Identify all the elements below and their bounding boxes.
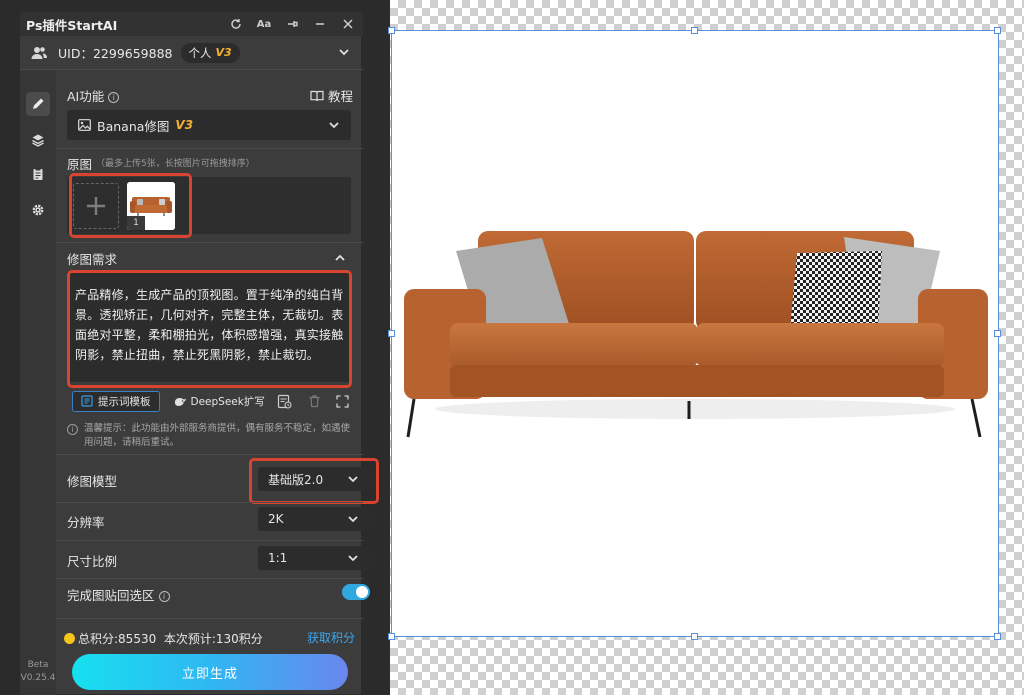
expand-icon — [336, 394, 349, 408]
users-icon — [31, 46, 47, 59]
uid-text: UID：2299659888 — [58, 46, 173, 61]
divider — [56, 578, 363, 579]
chevron-up-icon[interactable] — [334, 252, 346, 264]
divider — [56, 242, 363, 243]
divider — [56, 502, 363, 503]
history-icon — [278, 394, 292, 409]
chevron-down-icon — [348, 555, 358, 562]
paste-back-row: 完成图贴回选区 i — [67, 585, 170, 604]
points-text: 总积分:85530 本次预计:130积分 — [78, 632, 263, 646]
pin-icon[interactable] — [283, 15, 301, 33]
plan-version: V3 — [215, 46, 232, 59]
ai-function-select[interactable]: Banana修图 V3 — [67, 110, 351, 140]
sofa-image — [404, 231, 988, 438]
notice-text: 温馨提示：此功能由外部服务商提供，偶有服务不稳定，如遇使用问题，请稍后重试。 — [84, 423, 351, 448]
prompt-tools: 提示词模板 DeepSeek扩写 — [72, 390, 358, 412]
transform-handle[interactable] — [994, 27, 1001, 34]
divider — [56, 148, 363, 149]
service-notice: i 温馨提示：此功能由外部服务商提供，偶有服务不稳定，如遇使用问题，请稍后重试。 — [67, 422, 357, 450]
minimize-icon[interactable] — [311, 15, 329, 33]
divider — [56, 540, 363, 541]
divider — [56, 454, 363, 455]
plan-badge: 个人 V3 — [180, 42, 240, 63]
beta-label: Beta — [27, 660, 49, 670]
info-icon[interactable]: i — [108, 92, 120, 103]
title-bar: Ps插件StartAI Aa — [20, 12, 363, 36]
highlight-box-model — [249, 458, 379, 504]
chevron-down-icon — [329, 122, 339, 129]
clipboard-icon — [33, 168, 43, 180]
generate-button[interactable]: 立即生成 — [72, 654, 348, 690]
book-icon — [310, 90, 324, 101]
expand-button[interactable] — [335, 393, 351, 409]
image-icon — [78, 119, 91, 131]
font-size-icon[interactable]: Aa — [255, 15, 273, 33]
resolution-label: 分辨率 — [67, 515, 105, 530]
trash-icon — [309, 395, 320, 408]
ai-section-header: AI功能 i — [67, 86, 120, 105]
close-icon[interactable] — [339, 15, 357, 33]
coin-icon — [64, 633, 75, 644]
points-info: 总积分:85530 本次预计:130积分 — [64, 630, 263, 647]
transform-handle[interactable] — [994, 633, 1001, 640]
prompt-template-label: 提示词模板 — [98, 395, 151, 408]
ai-function-value: Banana修图 — [97, 118, 170, 134]
paste-back-label: 完成图贴回选区 — [67, 588, 155, 603]
ratio-label: 尺寸比例 — [67, 554, 118, 569]
highlight-box-source — [69, 173, 192, 238]
chevron-down-icon — [348, 516, 358, 523]
edit-tool-button[interactable] — [26, 92, 50, 116]
transform-handle[interactable] — [691, 633, 698, 640]
sidebar: Beta V0.25.4 — [20, 70, 56, 695]
ratio-value: 1:1 — [268, 551, 288, 565]
tutorial-link[interactable]: 教程 — [310, 86, 353, 105]
transform-handle[interactable] — [388, 330, 395, 337]
tutorial-label: 教程 — [328, 89, 354, 104]
chevron-down-icon[interactable] — [337, 45, 351, 59]
source-hint: （最多上传5张，长按图片可拖拽排序） — [96, 159, 255, 169]
highlight-box-prompt — [67, 270, 352, 388]
main-content: AI功能 i 教程 Banana修图 V3 原图 （最多上传5张，长按图片可拖拽排… — [56, 70, 379, 695]
gear-icon — [32, 204, 44, 216]
divider — [56, 618, 363, 619]
transform-handle[interactable] — [691, 27, 698, 34]
layers-button[interactable] — [26, 128, 50, 152]
clear-button[interactable] — [307, 393, 323, 409]
history-button[interactable] — [277, 393, 293, 409]
resolution-value: 2K — [268, 512, 284, 526]
get-points-link[interactable]: 获取积分 — [307, 629, 355, 646]
app-title: Ps插件StartAI — [26, 17, 118, 33]
screen: Ps插件StartAI Aa UID：2299659888 个人 V3 Beta… — [0, 0, 1024, 695]
ratio-select[interactable]: 1:1 — [258, 546, 370, 570]
plan-name: 个人 — [188, 45, 212, 60]
layers-icon — [32, 134, 44, 147]
settings-button[interactable] — [26, 198, 50, 222]
model-label: 修图模型 — [67, 474, 118, 489]
deepseek-expand-button[interactable]: DeepSeek扩写 — [168, 391, 271, 412]
transform-handle[interactable] — [388, 633, 395, 640]
toggle-knob — [356, 586, 368, 598]
document-canvas[interactable] — [391, 30, 999, 637]
deepseek-expand-label: DeepSeek扩写 — [190, 395, 265, 408]
ai-section-label: AI功能 — [67, 89, 105, 104]
version-label: V0.25.4 — [20, 673, 56, 683]
ai-function-version: V3 — [175, 118, 194, 132]
template-icon — [81, 395, 93, 407]
resolution-select[interactable]: 2K — [258, 507, 370, 531]
source-label: 原图 — [67, 157, 93, 172]
transform-handle[interactable] — [388, 27, 395, 34]
notes-button[interactable] — [26, 162, 50, 186]
prompt-label: 修图需求 — [67, 252, 118, 267]
transform-handle[interactable] — [994, 330, 1001, 337]
pencil-icon — [33, 98, 44, 109]
refresh-icon[interactable] — [227, 15, 245, 33]
plugin-panel: Ps插件StartAI Aa UID：2299659888 个人 V3 Beta… — [19, 11, 379, 695]
whale-icon — [174, 397, 186, 406]
info-icon[interactable]: i — [158, 591, 170, 602]
info-icon: i — [67, 424, 78, 435]
paste-back-toggle[interactable] — [342, 584, 370, 600]
account-row: UID：2299659888 个人 V3 — [20, 36, 363, 70]
prompt-template-button[interactable]: 提示词模板 — [72, 390, 160, 412]
